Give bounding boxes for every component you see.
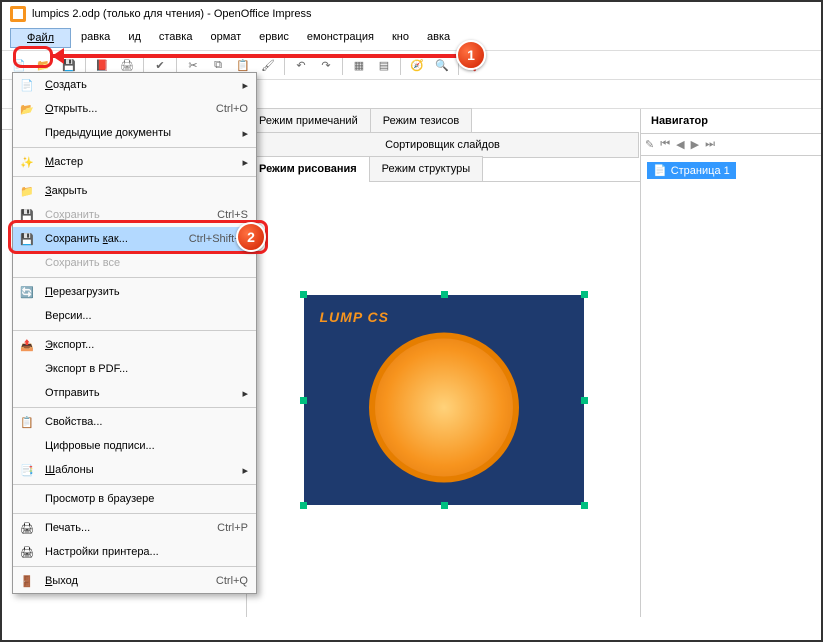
slide-canvas[interactable]: LUMP CS — [247, 182, 640, 617]
new-doc-icon: 📄 — [17, 77, 37, 93]
menu-window[interactable]: кно — [384, 28, 417, 48]
prev-icon[interactable]: ◀ — [676, 138, 684, 151]
menu-print[interactable]: 🖨Печать...Ctrl+P — [13, 516, 256, 540]
wizard-icon: ✨ — [17, 154, 37, 170]
properties-icon: 📋 — [17, 414, 37, 430]
menu-export[interactable]: 📤Экспорт... — [13, 333, 256, 357]
next-icon[interactable]: ▶ — [691, 138, 699, 151]
menu-browser-preview[interactable]: Просмотр в браузере — [13, 487, 256, 511]
menu-printer-settings[interactable]: 🖨Настройки принтера... — [13, 540, 256, 564]
menu-templates[interactable]: 📑Шаблоны — [13, 458, 256, 482]
menu-file[interactable]: Файл — [10, 28, 71, 48]
titlebar: lumpics 2.odp (только для чтения) - Open… — [2, 2, 821, 26]
navigator-toolbar: ✎ ⏮ ◀ ▶ ⏭ — [641, 134, 821, 156]
tab-sorter[interactable]: Сортировщик слайдов — [246, 132, 639, 158]
print-icon: 🖨 — [17, 520, 37, 536]
menu-exit[interactable]: 🚪ВыходCtrl+Q — [13, 569, 256, 593]
menu-insert[interactable]: ставка — [151, 28, 201, 48]
printer-settings-icon: 🖨 — [17, 544, 37, 560]
tab-notes[interactable]: Режим примечаний — [246, 108, 371, 134]
menu-export-pdf[interactable]: Экспорт в PDF... — [13, 357, 256, 381]
menu-tools[interactable]: ервис — [251, 28, 297, 48]
annotation-highlight-2 — [8, 220, 268, 254]
menu-format[interactable]: ормат — [202, 28, 249, 48]
navigator-panel: Навигатор ✎ ⏮ ◀ ▶ ⏭ 📄 Страница 1 — [641, 109, 821, 617]
menu-recent[interactable]: Предыдущие документы — [13, 121, 256, 145]
menubar: Файл равка ид ставка ормат ервис емонстр… — [2, 26, 821, 51]
first-icon[interactable]: ⏮ — [660, 138, 670, 151]
annotation-badge-2: 2 — [236, 222, 266, 252]
slide-logo: LUMP CS — [320, 309, 389, 325]
menu-send[interactable]: Отправить — [13, 381, 256, 405]
annotation-badge-1: 1 — [456, 40, 486, 70]
menu-wizard[interactable]: ✨Мастер — [13, 150, 256, 174]
menu-reload[interactable]: 🔄Перезагрузить — [13, 280, 256, 304]
menu-versions[interactable]: Версии... — [13, 304, 256, 328]
last-icon[interactable]: ⏭ — [705, 138, 715, 151]
menu-close[interactable]: 📁Закрыть — [13, 179, 256, 203]
tab-structure[interactable]: Режим структуры — [369, 156, 484, 182]
tab-drawing[interactable]: Режим рисования — [246, 156, 370, 182]
exit-icon: 🚪 — [17, 573, 37, 589]
navigator-title: Навигатор — [641, 109, 821, 134]
tab-thesis[interactable]: Режим тезисов — [370, 108, 473, 134]
folder-open-icon: 📂 — [17, 101, 37, 117]
pen-icon[interactable]: ✎ — [645, 138, 654, 151]
menu-save-all: Сохранить все — [13, 251, 256, 275]
menu-create[interactable]: 📄ССоздатьоздать — [13, 73, 256, 97]
menu-open[interactable]: 📂Открыть...Ctrl+O — [13, 97, 256, 121]
workspace-panel: Режим примечаний Режим тезисов Сортировщ… — [247, 109, 641, 617]
annotation-arrow — [52, 54, 482, 58]
menu-edit[interactable]: равка — [73, 28, 118, 48]
templates-icon: 📑 — [17, 462, 37, 478]
close-doc-icon: 📁 — [17, 183, 37, 199]
menu-help[interactable]: авка — [419, 28, 458, 48]
menu-signatures[interactable]: Цифровые подписи... — [13, 434, 256, 458]
menu-properties[interactable]: 📋Свойства... — [13, 410, 256, 434]
orange-graphic[interactable] — [369, 332, 519, 482]
file-menu-dropdown: 📄ССоздатьоздать 📂Открыть...Ctrl+O Предыд… — [12, 72, 257, 594]
app-icon — [10, 6, 26, 22]
page-icon: 📄 — [653, 164, 667, 177]
menu-view[interactable]: ид — [120, 28, 149, 48]
nav-page-1[interactable]: 📄 Страница 1 — [647, 162, 736, 179]
export-icon: 📤 — [17, 337, 37, 353]
window-title: lumpics 2.odp (только для чтения) - Open… — [32, 8, 311, 20]
menu-demo[interactable]: емонстрация — [299, 28, 382, 48]
view-tabs: Режим примечаний Режим тезисов Сортировщ… — [247, 109, 640, 182]
slide[interactable]: LUMP CS — [304, 295, 584, 505]
reload-icon: 🔄 — [17, 284, 37, 300]
